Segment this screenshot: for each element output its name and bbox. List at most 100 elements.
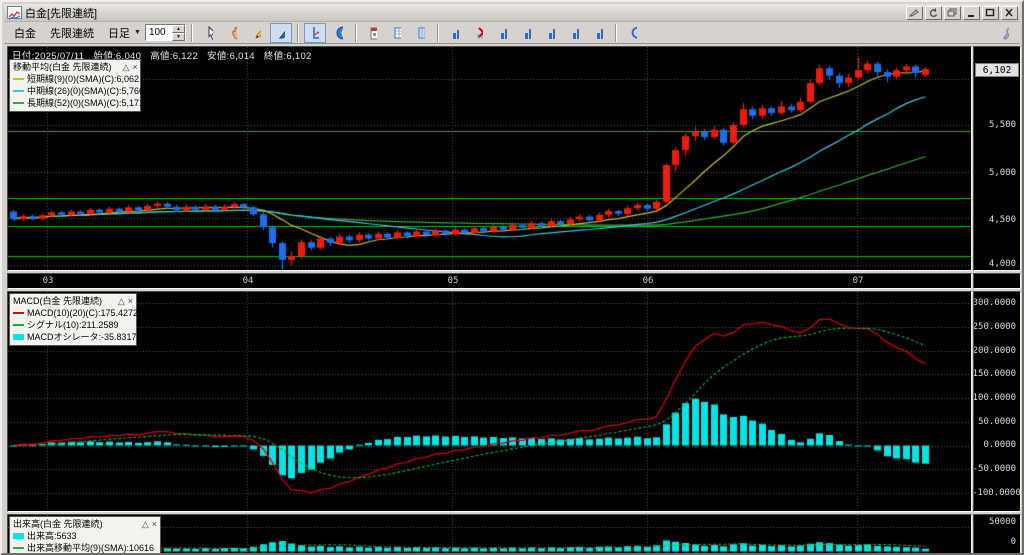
settings-wrench-icon[interactable] <box>994 23 1016 43</box>
legend-row: 長期線(52)(0)(SMA)(C):5,171 <box>13 97 137 109</box>
chart-content: 日付:2025/07/11始値:6,040高値:6,122安値:6,014終値:… <box>4 44 1024 555</box>
macd-tick-250: 250.0000 <box>973 322 1016 332</box>
macd-tick-0: 0.0000 <box>973 440 1016 450</box>
main-price-axis[interactable]: 6,102 5,500 5,000 4,500 4,000 <box>973 46 1021 271</box>
remove-indicator-icon[interactable] <box>468 23 490 43</box>
volume-ma9-swatch <box>13 547 24 549</box>
refresh-icon[interactable] <box>622 23 644 43</box>
title-bar[interactable]: 白金[先限連続] <box>4 4 1020 22</box>
toolbar-separator <box>437 24 439 42</box>
collapse-icon[interactable]: △ <box>123 61 130 73</box>
info-low: 安値:6,014 <box>207 51 255 62</box>
minimize-button[interactable] <box>963 6 980 20</box>
chart-window: 白金[先限連続] 白金 先限連続 日足▼ 100 ▲▼ <box>0 0 1024 555</box>
current-price-tag: 6,102 <box>975 63 1019 77</box>
legend-row: 出来高:5633 <box>13 530 157 542</box>
candlestick-canvas[interactable] <box>8 47 971 270</box>
legend-row: MACD(10)(20)(C):175.4272 <box>13 307 133 319</box>
oscillator-swatch <box>13 334 24 340</box>
copy-window-icon[interactable] <box>944 6 961 20</box>
macd-legend-title: MACD(白金 先限連続) <box>13 295 115 307</box>
toolbar: 白金 先限連続 日足▼ 100 ▲▼ 1 2 3 4 5 <box>4 22 1020 44</box>
legend-row: 中期線(26)(0)(SMA)(C):5,766 <box>13 85 137 97</box>
volume-axis[interactable]: 50000 0 <box>973 514 1021 555</box>
close-button[interactable] <box>1001 6 1018 20</box>
annotate-icon[interactable] <box>906 6 923 20</box>
collapse-icon[interactable]: △ <box>118 295 125 307</box>
sma-mid-label: 中期線(26)(0)(SMA)(C):5,766 <box>27 85 144 97</box>
macd-panel[interactable]: MACD(白金 先限連続)△× MACD(10)(20)(C):175.4272… <box>7 291 972 512</box>
chart-type-menu-icon[interactable] <box>444 23 466 43</box>
macd-canvas[interactable] <box>8 292 971 511</box>
main-price-panel[interactable]: 日付:2025/07/11始値:6,040高値:6,122安値:6,014終値:… <box>7 46 972 271</box>
axes-settings-icon[interactable] <box>304 23 326 43</box>
timeframe-dropdown[interactable]: 日足▼ <box>102 25 143 41</box>
layout-chart-2-icon[interactable]: 2 <box>516 23 538 43</box>
bar-count-spinner[interactable]: 100 ▲▼ <box>145 24 186 41</box>
bar-count-value[interactable]: 100 <box>146 27 172 38</box>
macd-tick-300: 300.0000 <box>973 298 1016 308</box>
symbol-label[interactable]: 白金 <box>8 25 42 41</box>
window-title: 白金[先限連続] <box>25 5 97 21</box>
period-calendar-icon[interactable] <box>362 23 384 43</box>
sma-short-swatch <box>13 78 24 80</box>
compass-navigate-icon[interactable] <box>328 23 350 43</box>
close-icon[interactable]: × <box>152 518 157 530</box>
sma-long-label: 長期線(52)(0)(SMA)(C):5,171 <box>27 97 144 109</box>
time-axis-strip[interactable]: 03 04 05 06 07 <box>7 273 972 289</box>
spinner-down-icon[interactable]: ▼ <box>172 33 185 41</box>
oscillator-label: MACDオシレータ:-35.8317 <box>27 331 137 343</box>
macd-tick-100: 100.0000 <box>973 393 1016 403</box>
grid-large-icon[interactable] <box>410 23 432 43</box>
x-tick-05: 05 <box>441 276 465 286</box>
sma-long-swatch <box>13 102 24 104</box>
macd-tick-m50: -50.0000 <box>973 464 1016 474</box>
macd-tick-200: 200.0000 <box>973 346 1016 356</box>
toolbar-separator <box>297 24 299 42</box>
x-tick-06: 06 <box>636 276 660 286</box>
y-tick-4000: 4,000 <box>973 259 1016 269</box>
macd-legend[interactable]: MACD(白金 先限連続)△× MACD(10)(20)(C):175.4272… <box>9 293 137 346</box>
sma-mid-swatch <box>13 90 24 92</box>
layout-chart-3-icon[interactable]: 3 <box>540 23 562 43</box>
volume-panel[interactable]: 出来高(白金 先限連続)△× 出来高:5633 出来高移動平均(9)(SMA):… <box>7 514 972 555</box>
macd-line-swatch <box>13 312 24 314</box>
volume-ma9-label: 出来高移動平均(9)(SMA):10616 <box>27 542 154 554</box>
collapse-icon[interactable]: △ <box>142 518 149 530</box>
toolbar-separator <box>355 24 357 42</box>
legend-row: シグナル(10):211.2589 <box>13 319 133 331</box>
maximize-button[interactable] <box>982 6 999 20</box>
grid-small-icon[interactable] <box>386 23 408 43</box>
macd-tick-m100: -100.0000 <box>973 488 1016 498</box>
toolbar-separator <box>191 24 193 42</box>
close-icon[interactable]: × <box>128 295 133 307</box>
contract-label[interactable]: 先限連続 <box>44 25 100 41</box>
volume-tick-0: 0 <box>973 537 1016 547</box>
layout-chart-1-icon[interactable]: 1 <box>492 23 514 43</box>
ma-legend[interactable]: 移動平均(白金 先限連続)△× 短期線(9)(0)(SMA)(C):6,062 … <box>9 59 141 112</box>
select-cursor-icon[interactable] <box>198 23 220 43</box>
signal-line-label: シグナル(10):211.2589 <box>27 319 118 331</box>
volume-legend[interactable]: 出来高(白金 先限連続)△× 出来高:5633 出来高移動平均(9)(SMA):… <box>9 516 161 555</box>
pencil-draw-icon[interactable] <box>246 23 268 43</box>
legend-row: 短期線(9)(0)(SMA)(C):6,062 <box>13 73 137 85</box>
legend-row: MACDオシレータ:-35.8317 <box>13 331 133 343</box>
info-high: 高値:6,122 <box>150 51 198 62</box>
x-tick-03: 03 <box>36 276 60 286</box>
volume-tick-50000: 50000 <box>973 517 1016 527</box>
macd-tick-150: 150.0000 <box>973 369 1016 379</box>
layout-chart-5-icon[interactable]: 5 <box>588 23 610 43</box>
volume-label: 出来高:5633 <box>27 530 77 542</box>
toolbar-separator <box>615 24 617 42</box>
sma-short-label: 短期線(9)(0)(SMA)(C):6,062 <box>27 73 139 85</box>
chevron-down-icon: ▼ <box>134 29 141 36</box>
pen-line-icon[interactable] <box>270 23 292 43</box>
macd-axis[interactable]: 300.0000 250.0000 200.0000 150.0000 100.… <box>973 291 1021 512</box>
sync-icon[interactable] <box>925 6 942 20</box>
volume-legend-title: 出来高(白金 先限連続) <box>13 518 139 530</box>
macd-line-label: MACD(10)(20)(C):175.4272 <box>27 307 138 319</box>
close-icon[interactable]: × <box>132 61 137 73</box>
layout-chart-4-icon[interactable]: 4 <box>564 23 586 43</box>
spinner-up-icon[interactable]: ▲ <box>172 25 185 33</box>
hand-pan-icon[interactable] <box>222 23 244 43</box>
